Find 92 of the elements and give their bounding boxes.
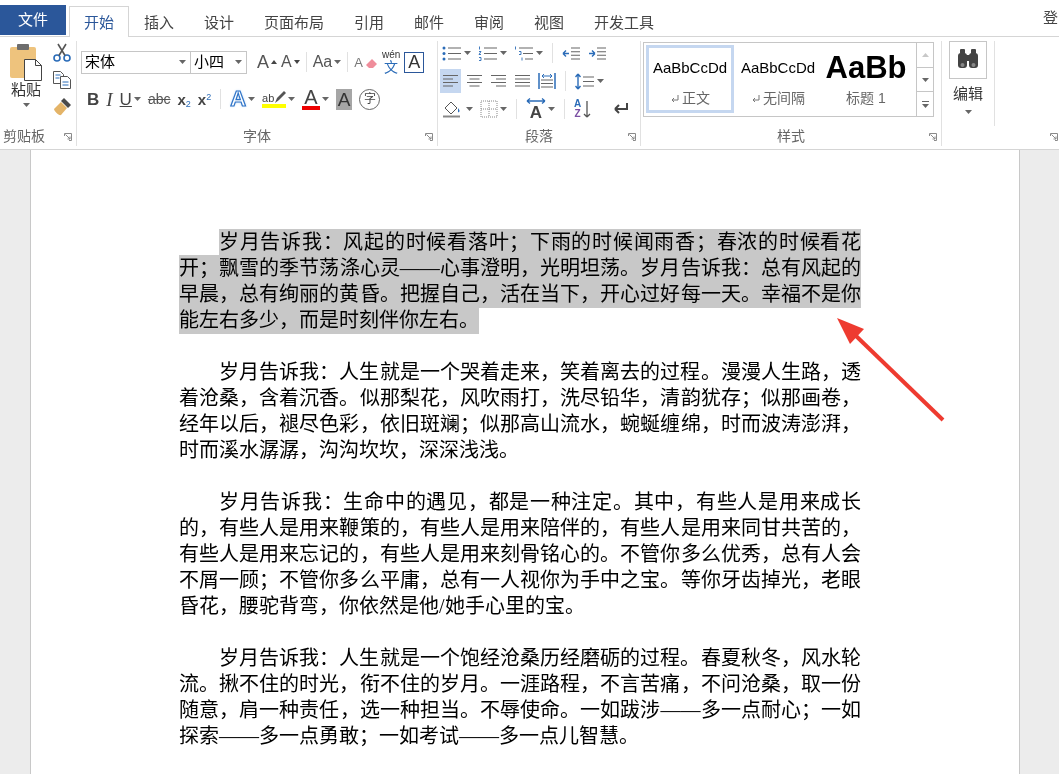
caret-icon [597,79,604,83]
caret-icon [288,97,296,101]
align-left-button[interactable] [440,69,461,93]
editing-button[interactable]: 编辑 [945,41,991,114]
copy-icon [52,70,72,90]
align-left-icon [442,74,459,88]
group-label: 剪贴板 [3,127,45,146]
caret-icon [466,107,473,111]
caret-icon [548,107,555,111]
caret-icon [921,77,929,82]
highlight-button[interactable]: ab [260,87,298,111]
cut-button[interactable] [50,41,74,65]
paragraph-text: 岁月告诉我：人生就是一个饱经沧桑历经磨砺的过程。春夏秋冬，风水轮流。揪不住的时光，衔不住的岁月。一涯路程，不言苦痛，不问沧桑，取一份随意，肩一种责任，选一种担当。不辱使命。一如跋涉——多一点耐心；一如探索——多一点勇敢；一如考试——多一点儿智慧。 [179,646,861,749]
borders-icon [480,100,498,118]
group-label: 样式 [777,127,805,146]
double-arrow-icon [526,97,546,104]
bold-button[interactable]: B [85,87,102,111]
font-color-button[interactable]: A [300,87,331,111]
caret-icon [964,109,972,114]
text-effects-button[interactable]: A [228,87,258,111]
clipboard-icon [8,43,44,81]
align-right-icon [490,74,507,88]
dialog-launcher-icon[interactable] [628,132,636,141]
paste-button[interactable]: 粘贴 [4,41,48,126]
ribbon-tab[interactable]: 设计 [189,6,249,37]
marker-pen-icon [274,90,287,104]
distribute-icon [538,73,556,89]
change-case-button[interactable]: Aa [310,50,344,74]
caret-icon [321,97,329,101]
arrow-down-icon [583,100,592,118]
ribbon-tab[interactable]: 页面布局 [249,6,339,37]
caret-up-icon [271,60,277,64]
caret-icon [334,60,342,64]
group-label: 字体 [243,127,271,146]
dialog-launcher-icon[interactable] [64,132,72,141]
ribbon-tab[interactable]: 视图 [519,6,579,37]
ribbon-tab[interactable]: 审阅 [459,6,519,37]
style-item[interactable]: AaBbCcDd 正文 [646,45,734,113]
font-name-field[interactable]: 宋体 [81,50,191,74]
strikethrough-button[interactable]: abc [145,87,173,111]
multilevel-list-icon [514,45,534,61]
paragraph-text: 岁月告诉我：人生就是一个哭着走来，笑着离去的过程。漫漫人生路，透着沧桑，含着沉香。似那梨花，风吹雨打，洗尽铅华，清韵犹存；似那画卷，经年以后，褪尽色彩，依旧斑斓；似那高山流水，蜿蜒缠绵，时而波涛澎湃，时而溪水潺潺，沟沟坎坎，深深浅浅。 [179,360,861,463]
ribbon-tab[interactable]: 开始 [69,6,129,37]
sign-in-link[interactable]: 登 [1043,6,1058,30]
align-center-icon [466,74,483,88]
caret-icon [235,60,242,64]
clear-formatting-button[interactable]: A [352,50,380,74]
ribbon-tab[interactable]: 开发工具 [579,6,669,37]
scissors-icon [52,43,72,63]
character-shading-button[interactable]: A [333,87,355,111]
file-tab[interactable]: 文件 [0,5,66,35]
ribbon-tab[interactable]: 插入 [129,6,189,37]
caret-icon [536,51,543,55]
caret-icon [179,60,186,64]
underline-button[interactable]: U [117,87,143,111]
grow-font-button[interactable]: A [255,50,279,74]
return-arrow-icon [611,102,630,116]
dialog-launcher-icon[interactable] [929,132,937,141]
caret-icon [500,51,507,55]
caret-up-icon [921,52,929,57]
more-icon [921,100,929,108]
caret-down-icon [293,60,300,64]
bullet-list-icon [442,45,462,61]
paragraph-text: 岁月告诉我：生命中的遇见，都是一种注定。其中，有些人是用来成长的，有些人是用来鞭策的，有些人是用来陪伴的，有些人是用来同甘共苦的，有些人是用来忘记的，有些人是用来刻骨铭心的。不管你多么优秀，总有人会不屑一顾；不管你多么平庸，总有一人视你为手中之宝。等你牙齿掉光，老眼昏花，腰驼背弯，你依然是他/她手心里的宝。 [179,490,861,619]
paintbrush-icon [52,97,72,117]
italic-button[interactable]: I [104,87,115,111]
caret-icon [464,51,471,55]
phonetic-guide-button[interactable]: wén 文 [379,50,403,74]
ribbon-tab[interactable]: 引用 [339,6,399,37]
dialog-launcher-icon[interactable] [1050,133,1058,141]
dialog-launcher-icon[interactable] [425,132,433,141]
caret-icon [133,97,141,101]
numbered-list-icon [478,45,498,61]
shrink-font-button[interactable]: A [279,50,302,74]
ribbon-tab[interactable]: 邮件 [399,6,459,37]
asian-layout-button[interactable]: A [524,97,557,121]
paragraph-text: 岁月告诉我：风起的时候看落叶；下雨的时候闻雨香；春浓的时候看花开；飘雪的季节荡涤心灵——心事澄明，光明坦荡。岁月告诉我：总有风起的早晨，总有绚丽的黄昏。把握自己，活在当下，开心过好每一天。幸福不是你能左右多少，而是时刻伴你左右。 [179,229,861,333]
caret-icon [22,103,30,107]
character-border-button[interactable]: A [402,50,427,74]
caret-icon [248,97,256,101]
sort-button[interactable]: A Z [572,97,594,121]
caret-icon [500,107,507,111]
group-label: 段落 [525,127,553,146]
line-spacing-icon [575,72,595,90]
superscript-button[interactable]: x$^{2}$ [195,87,214,111]
justify-icon [514,74,531,88]
binoculars-icon [949,41,987,79]
increase-indent-icon [588,46,607,60]
copy-button[interactable] [50,68,74,92]
font-size-field[interactable]: 小四 [191,50,247,74]
decrease-indent-icon [562,46,581,60]
subscript-button[interactable]: x$_{2}$ [175,87,193,111]
